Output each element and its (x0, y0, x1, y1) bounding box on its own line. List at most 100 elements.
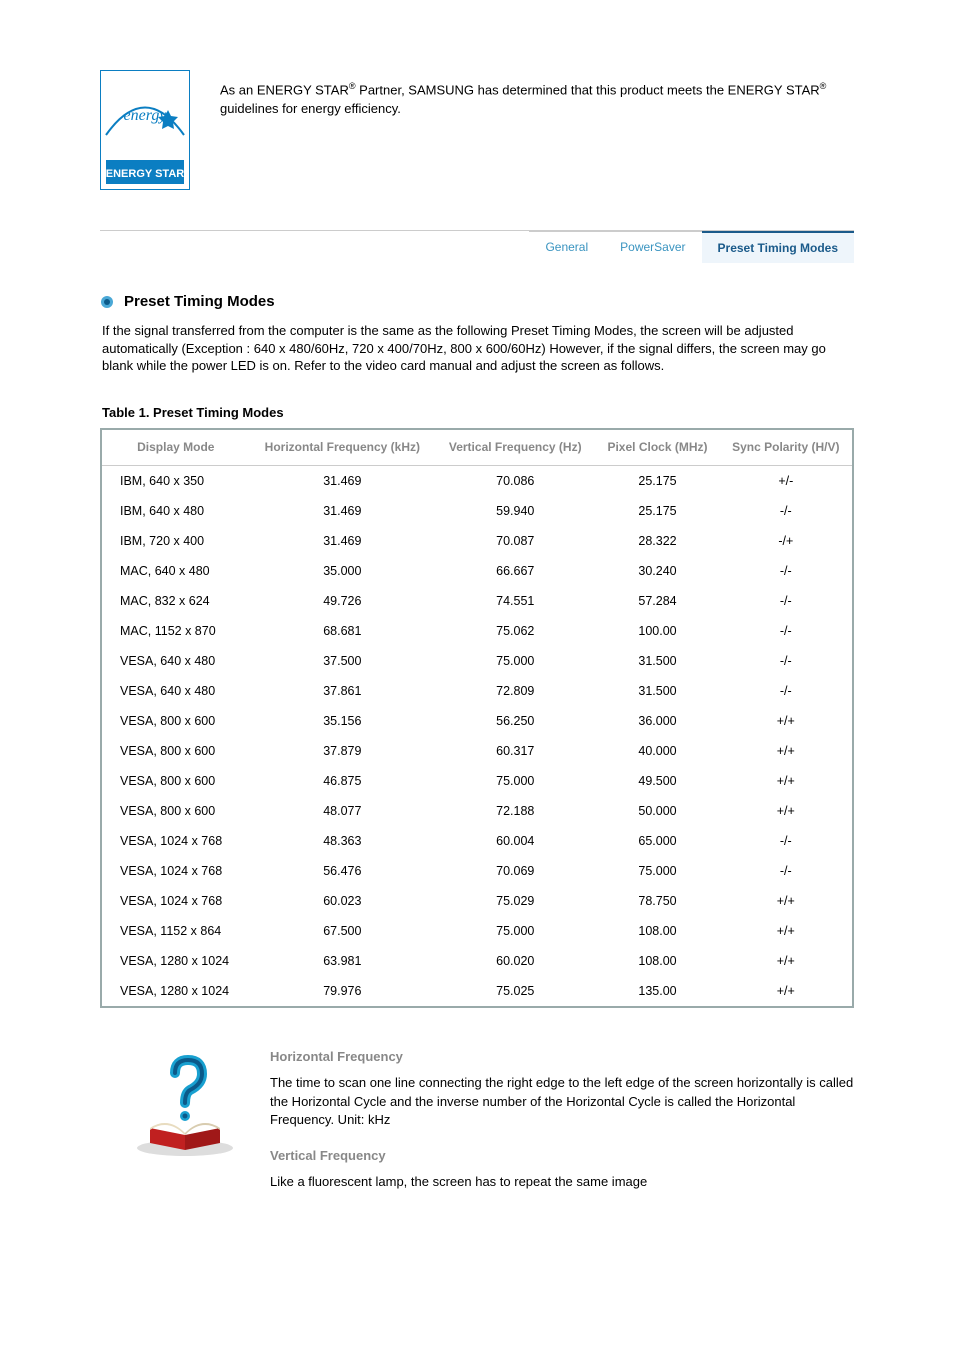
hf-title: Horizontal Frequency (270, 1048, 854, 1066)
vf-title: Vertical Frequency (270, 1147, 854, 1165)
table-cell: +/+ (720, 976, 853, 1007)
table-row: MAC, 832 x 62449.72674.55157.284-/- (101, 586, 853, 616)
table-cell: VESA, 1152 x 864 (101, 916, 250, 946)
es-sup-2: ® (820, 81, 827, 91)
table-cell: 35.156 (250, 706, 435, 736)
table-cell: MAC, 640 x 480 (101, 556, 250, 586)
table-cell: 25.175 (595, 496, 719, 526)
energy-star-text: As an ENERGY STAR® Partner, SAMSUNG has … (220, 70, 854, 118)
table-cell: VESA, 1280 x 1024 (101, 946, 250, 976)
table-cell: 67.500 (250, 916, 435, 946)
table-cell: 74.551 (435, 586, 595, 616)
table-row: IBM, 640 x 48031.46959.94025.175-/- (101, 496, 853, 526)
table-cell: 56.250 (435, 706, 595, 736)
table-cell: +/- (720, 466, 853, 497)
table-cell: 48.077 (250, 796, 435, 826)
table-cell: +/+ (720, 946, 853, 976)
table-cell: 75.025 (435, 976, 595, 1007)
energy-star-logo: energy ENERGY STAR (100, 70, 190, 190)
table-cell: 37.861 (250, 676, 435, 706)
table-row: MAC, 1152 x 87068.68175.062100.00-/- (101, 616, 853, 646)
table-cell: 72.809 (435, 676, 595, 706)
table-row: VESA, 640 x 48037.86172.80931.500-/- (101, 676, 853, 706)
table-cell: 57.284 (595, 586, 719, 616)
table-cell: 135.00 (595, 976, 719, 1007)
table-cell: VESA, 640 x 480 (101, 646, 250, 676)
hf-body: The time to scan one line connecting the… (270, 1074, 854, 1129)
table-cell: IBM, 640 x 350 (101, 466, 250, 497)
svg-text:ENERGY STAR: ENERGY STAR (106, 168, 184, 180)
table-cell: 66.667 (435, 556, 595, 586)
table-row: VESA, 1024 x 76856.47670.06975.000-/- (101, 856, 853, 886)
table-cell: 60.004 (435, 826, 595, 856)
table-cell: 31.469 (250, 526, 435, 556)
th-pixel-clock: Pixel Clock (MHz) (595, 429, 719, 466)
table-cell: 75.000 (595, 856, 719, 886)
table-cell: 37.500 (250, 646, 435, 676)
table-cell: 60.317 (435, 736, 595, 766)
table-cell: VESA, 1280 x 1024 (101, 976, 250, 1007)
table-cell: VESA, 640 x 480 (101, 676, 250, 706)
intro-text: If the signal transferred from the compu… (102, 322, 854, 375)
table-cell: VESA, 800 x 600 (101, 796, 250, 826)
svg-text:energy: energy (124, 107, 168, 124)
th-sync-polarity: Sync Polarity (H/V) (720, 429, 853, 466)
table-cell: 49.500 (595, 766, 719, 796)
definitions-section: Horizontal Frequency The time to scan on… (100, 1048, 854, 1209)
section-title: Preset Timing Modes (124, 293, 275, 310)
book-question-icon (130, 1048, 240, 1158)
table-cell: 75.000 (435, 916, 595, 946)
table-cell: -/- (720, 826, 853, 856)
table-cell: 40.000 (595, 736, 719, 766)
table-cell: -/- (720, 496, 853, 526)
table-cell: 75.000 (435, 646, 595, 676)
table-cell: VESA, 800 x 600 (101, 766, 250, 796)
table-cell: 31.500 (595, 646, 719, 676)
table-cell: 70.087 (435, 526, 595, 556)
th-horizontal-freq: Horizontal Frequency (kHz) (250, 429, 435, 466)
table-cell: 56.476 (250, 856, 435, 886)
table-cell: 108.00 (595, 946, 719, 976)
table-cell: 35.000 (250, 556, 435, 586)
table-row: VESA, 800 x 60046.87575.00049.500+/+ (101, 766, 853, 796)
table-cell: 72.188 (435, 796, 595, 826)
table-cell: 100.00 (595, 616, 719, 646)
table-cell: IBM, 720 x 400 (101, 526, 250, 556)
tab-general[interactable]: General (529, 231, 604, 263)
table-cell: -/- (720, 556, 853, 586)
table-cell: 70.086 (435, 466, 595, 497)
table-cell: +/+ (720, 886, 853, 916)
tab-powersaver[interactable]: PowerSaver (604, 231, 701, 263)
table-row: VESA, 800 x 60037.87960.31740.000+/+ (101, 736, 853, 766)
table-cell: IBM, 640 x 480 (101, 496, 250, 526)
table-cell: -/- (720, 586, 853, 616)
table-cell: +/+ (720, 916, 853, 946)
table-row: IBM, 640 x 35031.46970.08625.175+/- (101, 466, 853, 497)
table-cell: VESA, 800 x 600 (101, 736, 250, 766)
table-cell: VESA, 1024 x 768 (101, 826, 250, 856)
table-cell: -/+ (720, 526, 853, 556)
table-row: VESA, 640 x 48037.50075.00031.500-/- (101, 646, 853, 676)
table-cell: -/- (720, 676, 853, 706)
table-row: VESA, 1024 x 76860.02375.02978.750+/+ (101, 886, 853, 916)
table-row: VESA, 1280 x 102479.97675.025135.00+/+ (101, 976, 853, 1007)
table-cell: +/+ (720, 706, 853, 736)
table-cell: VESA, 800 x 600 (101, 706, 250, 736)
table-row: VESA, 1024 x 76848.36360.00465.000-/- (101, 826, 853, 856)
table-cell: 108.00 (595, 916, 719, 946)
definitions-text: Horizontal Frequency The time to scan on… (270, 1048, 854, 1209)
vf-body: Like a fluorescent lamp, the screen has … (270, 1173, 854, 1191)
es-text-2: Partner, SAMSUNG has determined that thi… (356, 82, 820, 97)
table-cell: 75.000 (435, 766, 595, 796)
table-caption: Table 1. Preset Timing Modes (102, 405, 854, 420)
table-cell: VESA, 1024 x 768 (101, 886, 250, 916)
tab-bar: General PowerSaver Preset Timing Modes (100, 230, 854, 263)
table-cell: 50.000 (595, 796, 719, 826)
table-cell: 70.069 (435, 856, 595, 886)
table-cell: VESA, 1024 x 768 (101, 856, 250, 886)
table-cell: +/+ (720, 796, 853, 826)
tab-preset-timing-modes[interactable]: Preset Timing Modes (702, 231, 854, 263)
table-cell: 59.940 (435, 496, 595, 526)
table-cell: 78.750 (595, 886, 719, 916)
table-cell: +/+ (720, 766, 853, 796)
